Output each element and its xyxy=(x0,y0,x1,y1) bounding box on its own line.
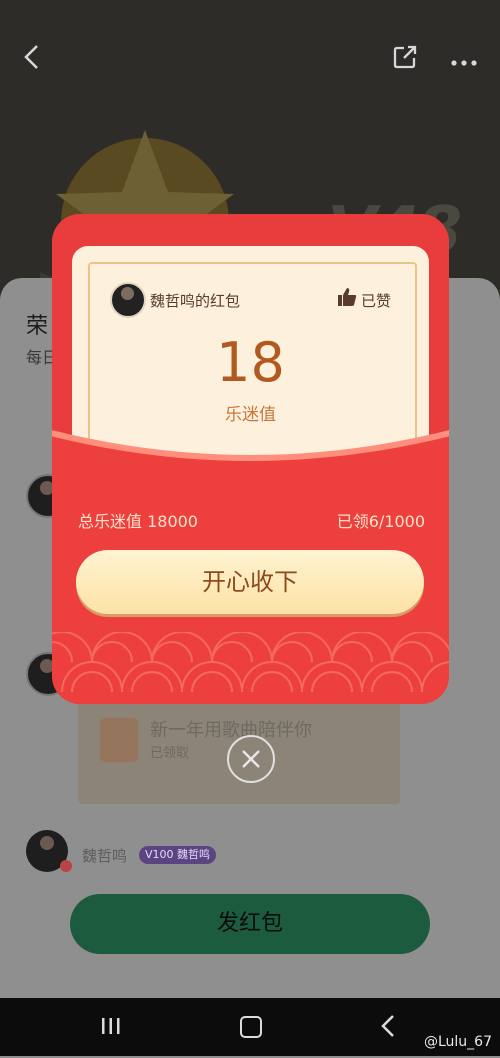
wave-pattern xyxy=(52,632,449,693)
red-envelope-dialog: 魏哲鸣的红包 已赞 18 乐迷值 总乐迷值 18000 已领6/1000 开心收… xyxy=(52,214,449,704)
verified-badge-icon xyxy=(60,860,72,872)
watermark: @Lulu_67 xyxy=(423,1034,492,1050)
recent-apps-icon[interactable] xyxy=(100,1017,122,1035)
back-icon[interactable] xyxy=(22,44,40,75)
song-card-status: 已领取 xyxy=(150,746,190,761)
sheet-title: 荣 xyxy=(26,314,49,339)
sender-name: 魏哲鸣 xyxy=(82,847,128,865)
like-status[interactable]: 已赞 xyxy=(361,290,391,311)
more-icon[interactable] xyxy=(450,44,478,72)
amount-unit: 乐迷值 xyxy=(225,405,276,425)
total-value: 总乐迷值 18000 xyxy=(78,512,198,531)
vip-badge: V100 魏哲鸣 xyxy=(139,846,217,864)
accept-button[interactable]: 开心收下 xyxy=(76,550,424,614)
home-icon[interactable] xyxy=(240,1016,262,1038)
envelope-owner: 魏哲鸣的红包 xyxy=(150,292,241,310)
owner-avatar[interactable] xyxy=(110,282,146,318)
thumbs-up-icon[interactable] xyxy=(337,287,357,307)
close-button[interactable] xyxy=(227,735,275,783)
envelope-amount: 18 xyxy=(216,331,285,394)
claimed-count: 已领6/1000 xyxy=(336,512,425,531)
gift-icon xyxy=(100,718,138,762)
share-icon[interactable] xyxy=(392,44,418,70)
nav-back-icon[interactable] xyxy=(380,1013,396,1044)
close-icon xyxy=(242,750,260,768)
send-red-packet-button[interactable]: 发红包 xyxy=(70,894,430,954)
